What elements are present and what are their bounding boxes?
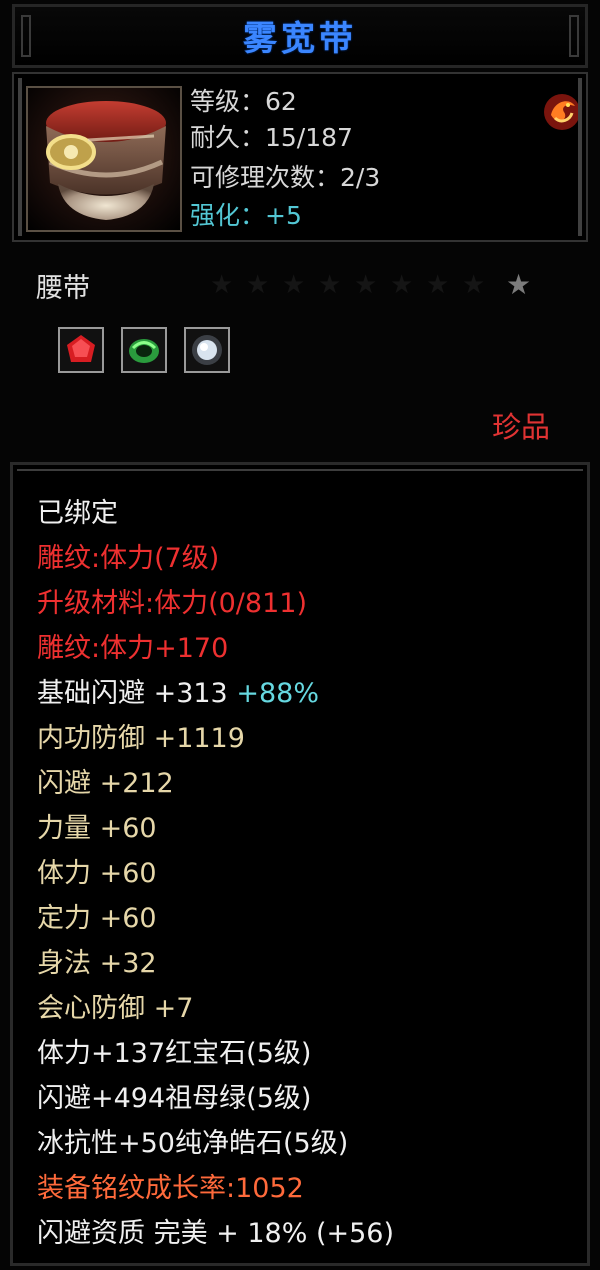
item-enhance: 强化：+5 [190, 201, 302, 230]
emerald-gem-icon[interactable] [121, 327, 167, 373]
engrave-bonus: 雕纹:体力+170 [37, 633, 229, 664]
diamond-stat: 冰抗性+50纯净皓石(5级) [37, 1128, 349, 1159]
diamond-gem-icon[interactable] [184, 327, 230, 373]
item-repair-count: 可修理次数：2/3 [190, 163, 381, 192]
empty-star-icon: ★ [210, 270, 234, 300]
inscription-growth: 装备铭纹成长率:1052 [37, 1173, 304, 1204]
empty-star-icon: ★ [246, 270, 270, 300]
star-rating: ★ ★ ★ ★ ★ ★ ★ ★ ★ [210, 268, 540, 301]
empty-star-icon: ★ [390, 270, 414, 300]
item-title: 雾宽带 [243, 19, 357, 59]
stamina-stat: 体力 +60 [37, 858, 157, 889]
dragon-icon [540, 90, 584, 134]
emerald-stat: 闪避+494祖母绿(5级) [37, 1083, 312, 1114]
dodge-quality: 闪避资质 完美 + 18% (+56) [37, 1218, 395, 1249]
internal-defense: 内功防御 +1119 [37, 723, 245, 754]
base-dodge: 基础闪避 +313 +88% [37, 677, 319, 711]
belt-icon[interactable] [26, 86, 182, 232]
critical-defense-stat: 会心防御 +7 [37, 993, 194, 1024]
item-rarity: 珍品 [492, 410, 551, 444]
filled-star-icon: ★ [506, 268, 532, 301]
empty-star-icon: ★ [426, 270, 450, 300]
base-dodge-percent: +88% [236, 678, 319, 709]
item-durability: 耐久：15/187 [190, 123, 353, 152]
dodge-stat: 闪避 +212 [37, 768, 174, 799]
item-tooltip: 雾宽带 等级：62 耐久：15/187 可修理次数：2/3 强化：+5 腰带 ★… [0, 0, 600, 1270]
item-attributes-panel: 已绑定 雕纹:体力(7级) 升级材料:体力(0/811) 雕纹:体力+170 基… [10, 462, 590, 1266]
title-bar: 雾宽带 [12, 4, 588, 68]
empty-star-icon: ★ [282, 270, 306, 300]
strength-stat: 力量 +60 [37, 813, 157, 844]
item-type: 腰带 [36, 273, 90, 304]
empty-star-icon: ★ [462, 270, 486, 300]
agility-stat: 身法 +32 [37, 948, 157, 979]
engrave-level: 雕纹:体力(7级) [37, 543, 220, 574]
ruby-gem-icon[interactable] [58, 327, 104, 373]
item-level: 等级：62 [190, 87, 297, 116]
upgrade-material: 升级材料:体力(0/811) [37, 588, 307, 619]
empty-star-icon: ★ [318, 270, 342, 300]
ruby-stat: 体力+137红宝石(5级) [37, 1038, 312, 1069]
empty-star-icon: ★ [354, 270, 378, 300]
base-dodge-value: 基础闪避 +313 [37, 678, 228, 709]
focus-stat: 定力 +60 [37, 903, 157, 934]
bind-status: 已绑定 [37, 498, 118, 529]
item-info-panel: 等级：62 耐久：15/187 可修理次数：2/3 强化：+5 [12, 72, 588, 242]
